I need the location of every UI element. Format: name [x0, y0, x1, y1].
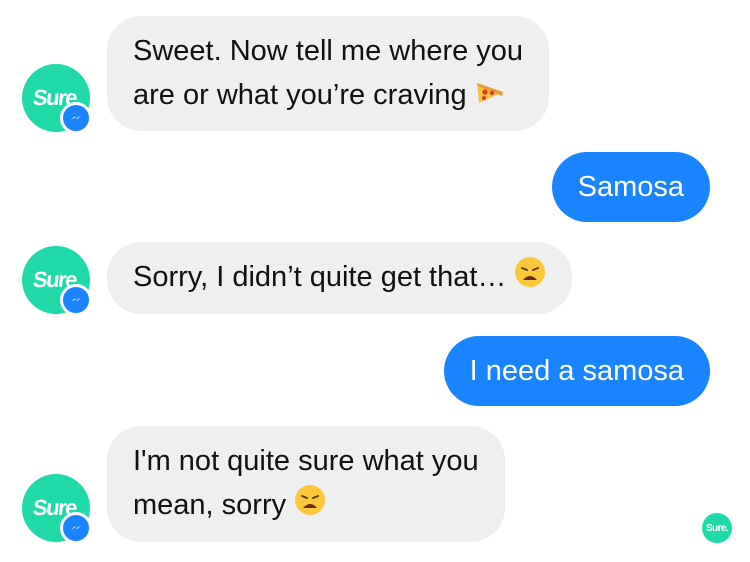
- messenger-icon: [60, 102, 92, 134]
- messenger-icon: [60, 512, 92, 544]
- message-text: Sorry, I didn’t quite get that…: [133, 255, 546, 301]
- message-text: mean, sorry: [133, 483, 479, 529]
- bot-avatar[interactable]: Sure: [22, 64, 92, 134]
- messenger-icon: [60, 284, 92, 316]
- chat-thread: Sure Sweet. Now tell me where you are or…: [0, 0, 750, 562]
- bot-message-bubble[interactable]: Sweet. Now tell me where you are or what…: [107, 16, 550, 132]
- bot-avatar[interactable]: Sure: [22, 474, 92, 544]
- bot-avatar[interactable]: Sure: [22, 246, 92, 316]
- pizza-icon: [475, 74, 505, 118]
- message-text: I'm not quite sure what you: [133, 445, 479, 477]
- weary-face-icon: [294, 484, 326, 529]
- message-text: I need a samosa: [469, 355, 684, 387]
- message-text: are or what you’re craving: [133, 73, 523, 118]
- seen-indicator-avatar: Sure.: [702, 513, 732, 543]
- weary-face-icon: [514, 256, 546, 301]
- message-text: Samosa: [577, 171, 684, 203]
- message-text: Sweet. Now tell me where you: [133, 35, 524, 67]
- seen-indicator-label: Sure.: [705, 522, 729, 534]
- user-message-bubble[interactable]: I need a samosa: [443, 336, 710, 406]
- bot-message-bubble[interactable]: I'm not quite sure what you mean, sorry: [107, 426, 505, 542]
- bot-message-bubble[interactable]: Sorry, I didn’t quite get that…: [107, 242, 573, 314]
- user-message-bubble[interactable]: Samosa: [551, 152, 710, 222]
